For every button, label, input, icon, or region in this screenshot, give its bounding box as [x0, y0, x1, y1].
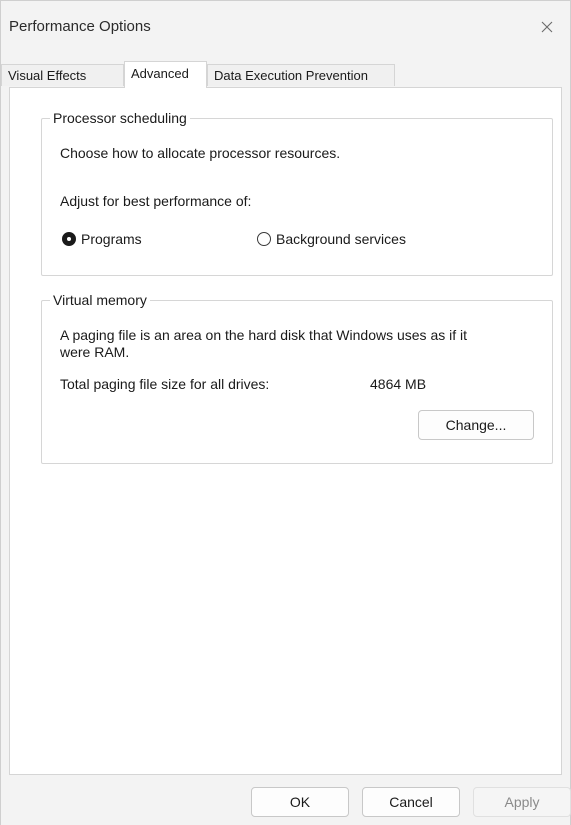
change-button[interactable]: Change... — [418, 410, 534, 440]
ok-button[interactable]: OK — [251, 787, 349, 817]
processor-scheduling-legend: Processor scheduling — [53, 110, 187, 126]
tab-visual-effects[interactable]: Visual Effects — [1, 64, 124, 86]
radio-programs-label: Programs — [81, 231, 142, 247]
radio-programs[interactable]: Programs — [62, 231, 142, 247]
apply-button[interactable]: Apply — [473, 787, 571, 817]
radio-background-services[interactable]: Background services — [257, 231, 406, 247]
virtual-memory-description-line2: were RAM. — [60, 344, 130, 360]
cancel-button[interactable]: Cancel — [362, 787, 460, 817]
processor-scheduling-description: Choose how to allocate processor resourc… — [60, 145, 341, 161]
tab-data-execution-prevention[interactable]: Data Execution Prevention — [207, 64, 395, 86]
performance-options-window: Performance Options Visual Effects Advan… — [0, 0, 571, 825]
close-button[interactable] — [524, 1, 570, 53]
tab-strip: Visual Effects Advanced Data Execution P… — [1, 61, 570, 88]
radio-programs-indicator[interactable] — [62, 232, 76, 246]
advanced-tab-panel: Processor scheduling Choose how to alloc… — [9, 87, 562, 775]
tab-advanced[interactable]: Advanced — [124, 61, 207, 88]
total-paging-label: Total paging file size for all drives: — [60, 376, 270, 392]
radio-background-services-label: Background services — [276, 231, 406, 247]
dialog-button-bar: OK Cancel Apply — [1, 777, 571, 825]
title-bar: Performance Options — [1, 1, 570, 53]
total-paging-value: 4864 MB — [370, 376, 427, 392]
virtual-memory-legend: Virtual memory — [53, 292, 147, 308]
close-icon — [541, 21, 553, 33]
adjust-performance-label: Adjust for best performance of: — [60, 193, 252, 209]
window-title: Performance Options — [9, 18, 151, 35]
virtual-memory-description-line1: A paging file is an area on the hard dis… — [60, 327, 468, 343]
radio-background-services-indicator[interactable] — [257, 232, 271, 246]
